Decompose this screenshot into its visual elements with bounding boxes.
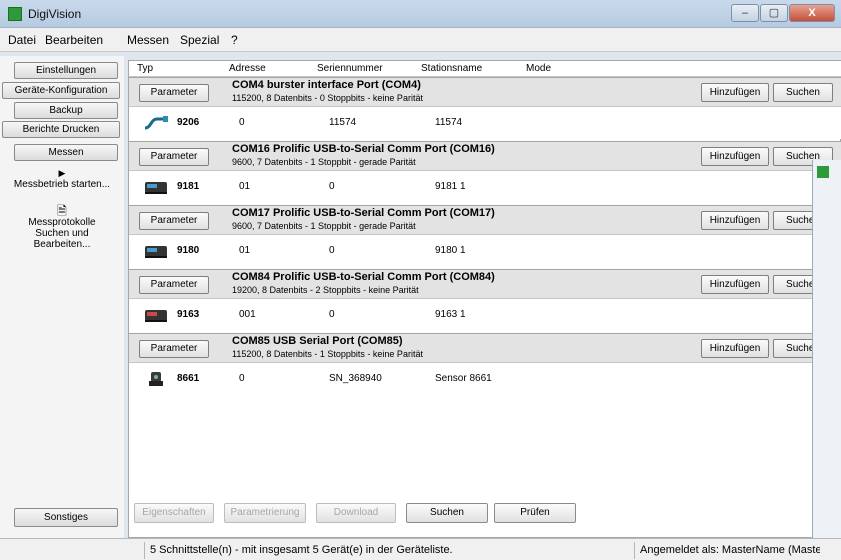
device-list: Typ Adresse Seriennummer Stationsname Mo… — [128, 60, 841, 538]
port-group-com17: Parameter COM17 Prolific USB-to-Serial C… — [129, 205, 841, 235]
device-serial: 0 — [329, 245, 335, 256]
col-serial[interactable]: Seriennummer — [317, 63, 383, 74]
table-row[interactable]: 8661 0 SN_368940 Sensor 8661 — [129, 363, 841, 395]
col-mode[interactable]: Mode — [526, 63, 551, 74]
device-address: 0 — [239, 373, 245, 384]
port-title: COM84 Prolific USB-to-Serial Comm Port (… — [232, 271, 495, 283]
device-station: 11574 — [435, 117, 463, 128]
port-settings: 115200, 8 Datenbits - 1 Stoppbits - kein… — [232, 349, 423, 359]
port-title: COM85 USB Serial Port (COM85) — [232, 335, 403, 347]
parameter-button[interactable]: Parameter — [139, 340, 209, 358]
device-type: 9181 — [177, 181, 200, 192]
parameter-button[interactable]: Parameter — [139, 276, 209, 294]
device-serial: 11574 — [329, 117, 357, 128]
dialog-logo-icon — [817, 166, 829, 178]
table-row[interactable]: 9180 01 0 9180 1 — [129, 235, 841, 267]
port-group-com85: Parameter COM85 USB Serial Port (COM85) … — [129, 333, 841, 363]
port-title: COM16 Prolific USB-to-Serial Comm Port (… — [232, 143, 495, 155]
device-config-button[interactable]: Geräte-Konfiguration — [2, 82, 120, 99]
device-address: 0 — [239, 117, 245, 128]
search-devices-button[interactable]: Suchen — [406, 503, 488, 523]
device-icon — [145, 246, 167, 258]
sensor-icon — [149, 372, 163, 386]
device-type: 9180 — [177, 245, 200, 256]
port-settings: 9600, 7 Datenbits - 1 Stoppbit - gerade … — [232, 157, 416, 167]
start-measurement-action[interactable]: ▶ Messbetrieb starten... — [0, 168, 124, 190]
device-station: 9163 1 — [435, 309, 466, 320]
other-button[interactable]: Sonstiges — [14, 508, 118, 527]
measure-button[interactable]: Messen — [14, 144, 118, 161]
menu-spezial[interactable]: Spezial — [180, 33, 219, 47]
device-type: 8661 — [177, 373, 200, 384]
parametrize-button[interactable]: Parametrierung — [224, 503, 306, 523]
add-button[interactable]: Hinzufügen — [701, 83, 769, 102]
parameter-button[interactable]: Parameter — [139, 84, 209, 102]
port-group-com4: Parameter COM4 burster interface Port (C… — [129, 77, 841, 107]
settings-button[interactable]: Einstellungen — [14, 62, 118, 79]
minimize-button[interactable]: – — [731, 4, 759, 22]
add-button[interactable]: Hinzufügen — [701, 211, 769, 230]
window-title: DigiVision — [28, 7, 82, 21]
menu-bar: Datei Bearbeiten Messen Spezial ? — [0, 28, 841, 52]
port-group-com16: Parameter COM16 Prolific USB-to-Serial C… — [129, 141, 841, 171]
menu-help[interactable]: ? — [231, 33, 238, 47]
maximize-button[interactable]: ▢ — [760, 4, 788, 22]
backup-button[interactable]: Backup — [14, 102, 118, 119]
table-row[interactable]: 9181 01 0 9181 1 — [129, 171, 841, 203]
play-icon: ▶ — [58, 168, 66, 178]
app-logo-icon — [8, 7, 22, 21]
menu-datei[interactable]: Datei — [8, 33, 36, 47]
port-title: COM17 Prolific USB-to-Serial Comm Port (… — [232, 207, 495, 219]
table-row[interactable]: 9206 0 11574 11574 — [129, 107, 841, 139]
close-button[interactable]: X — [789, 4, 835, 22]
add-button[interactable]: Hinzufügen — [701, 275, 769, 294]
col-address[interactable]: Adresse — [229, 63, 266, 74]
protocols-label: Messprotokolle Suchen und Bearbeiten... — [28, 217, 96, 250]
port-group-com84: Parameter COM84 Prolific USB-to-Serial C… — [129, 269, 841, 299]
device-type: 9163 — [177, 309, 200, 320]
menu-bearbeiten[interactable]: Bearbeiten — [45, 33, 103, 47]
start-measurement-label: Messbetrieb starten... — [13, 179, 111, 190]
port-settings: 19200, 8 Datenbits - 2 Stoppbits - keine… — [232, 285, 419, 295]
parameter-button[interactable]: Parameter — [139, 212, 209, 230]
device-station: 9180 1 — [435, 245, 466, 256]
properties-button[interactable]: Eigenschaften — [134, 503, 214, 523]
status-summary: 5 Schnittstelle(n) - mit insgesamt 5 Ger… — [144, 542, 632, 559]
port-settings: 9600, 7 Datenbits - 1 Stoppbit - gerade … — [232, 221, 416, 231]
protocol-icon: 🗎 — [57, 204, 67, 218]
cable-icon — [144, 116, 168, 130]
device-icon — [145, 310, 167, 322]
check-button[interactable]: Prüfen — [494, 503, 576, 523]
list-header: Typ Adresse Seriennummer Stationsname Mo… — [129, 61, 841, 77]
title-bar: DigiVision – ▢ X — [0, 0, 841, 28]
download-button[interactable]: Download — [316, 503, 396, 523]
device-address: 01 — [239, 245, 251, 256]
partial-dialog-window — [812, 160, 841, 538]
col-station[interactable]: Stationsname — [421, 63, 482, 74]
search-button[interactable]: Suchen — [773, 83, 833, 102]
device-address: 001 — [239, 309, 256, 320]
port-title: COM4 burster interface Port (COM4) — [232, 79, 421, 91]
device-serial: 0 — [329, 309, 335, 320]
menu-messen[interactable]: Messen — [127, 33, 169, 47]
print-reports-button[interactable]: Berichte Drucken — [2, 121, 120, 138]
device-serial: 0 — [329, 181, 335, 192]
device-station: Sensor 8661 — [435, 373, 492, 384]
col-type[interactable]: Typ — [137, 63, 153, 74]
status-bar: 5 Schnittstelle(n) - mit insgesamt 5 Ger… — [0, 538, 841, 560]
device-address: 01 — [239, 181, 251, 192]
add-button[interactable]: Hinzufügen — [701, 147, 769, 166]
status-login: Angemeldet als: MasterName (Maste — [634, 542, 820, 559]
device-station: 9181 1 — [435, 181, 466, 192]
device-icon — [145, 182, 167, 194]
device-serial: SN_368940 — [329, 373, 382, 384]
add-button[interactable]: Hinzufügen — [701, 339, 769, 358]
table-row[interactable]: 9163 001 0 9163 1 — [129, 299, 841, 331]
protocols-action[interactable]: 🗎 Messprotokolle Suchen und Bearbeiten..… — [0, 204, 124, 250]
device-type: 9206 — [177, 117, 200, 128]
port-settings: 115200, 8 Datenbits - 0 Stoppbits - kein… — [232, 93, 423, 103]
parameter-button[interactable]: Parameter — [139, 148, 209, 166]
action-bar: Eigenschaften Parametrierung Download Su… — [128, 500, 808, 528]
sidebar: Einstellungen Geräte-Konfiguration Backu… — [0, 56, 124, 538]
